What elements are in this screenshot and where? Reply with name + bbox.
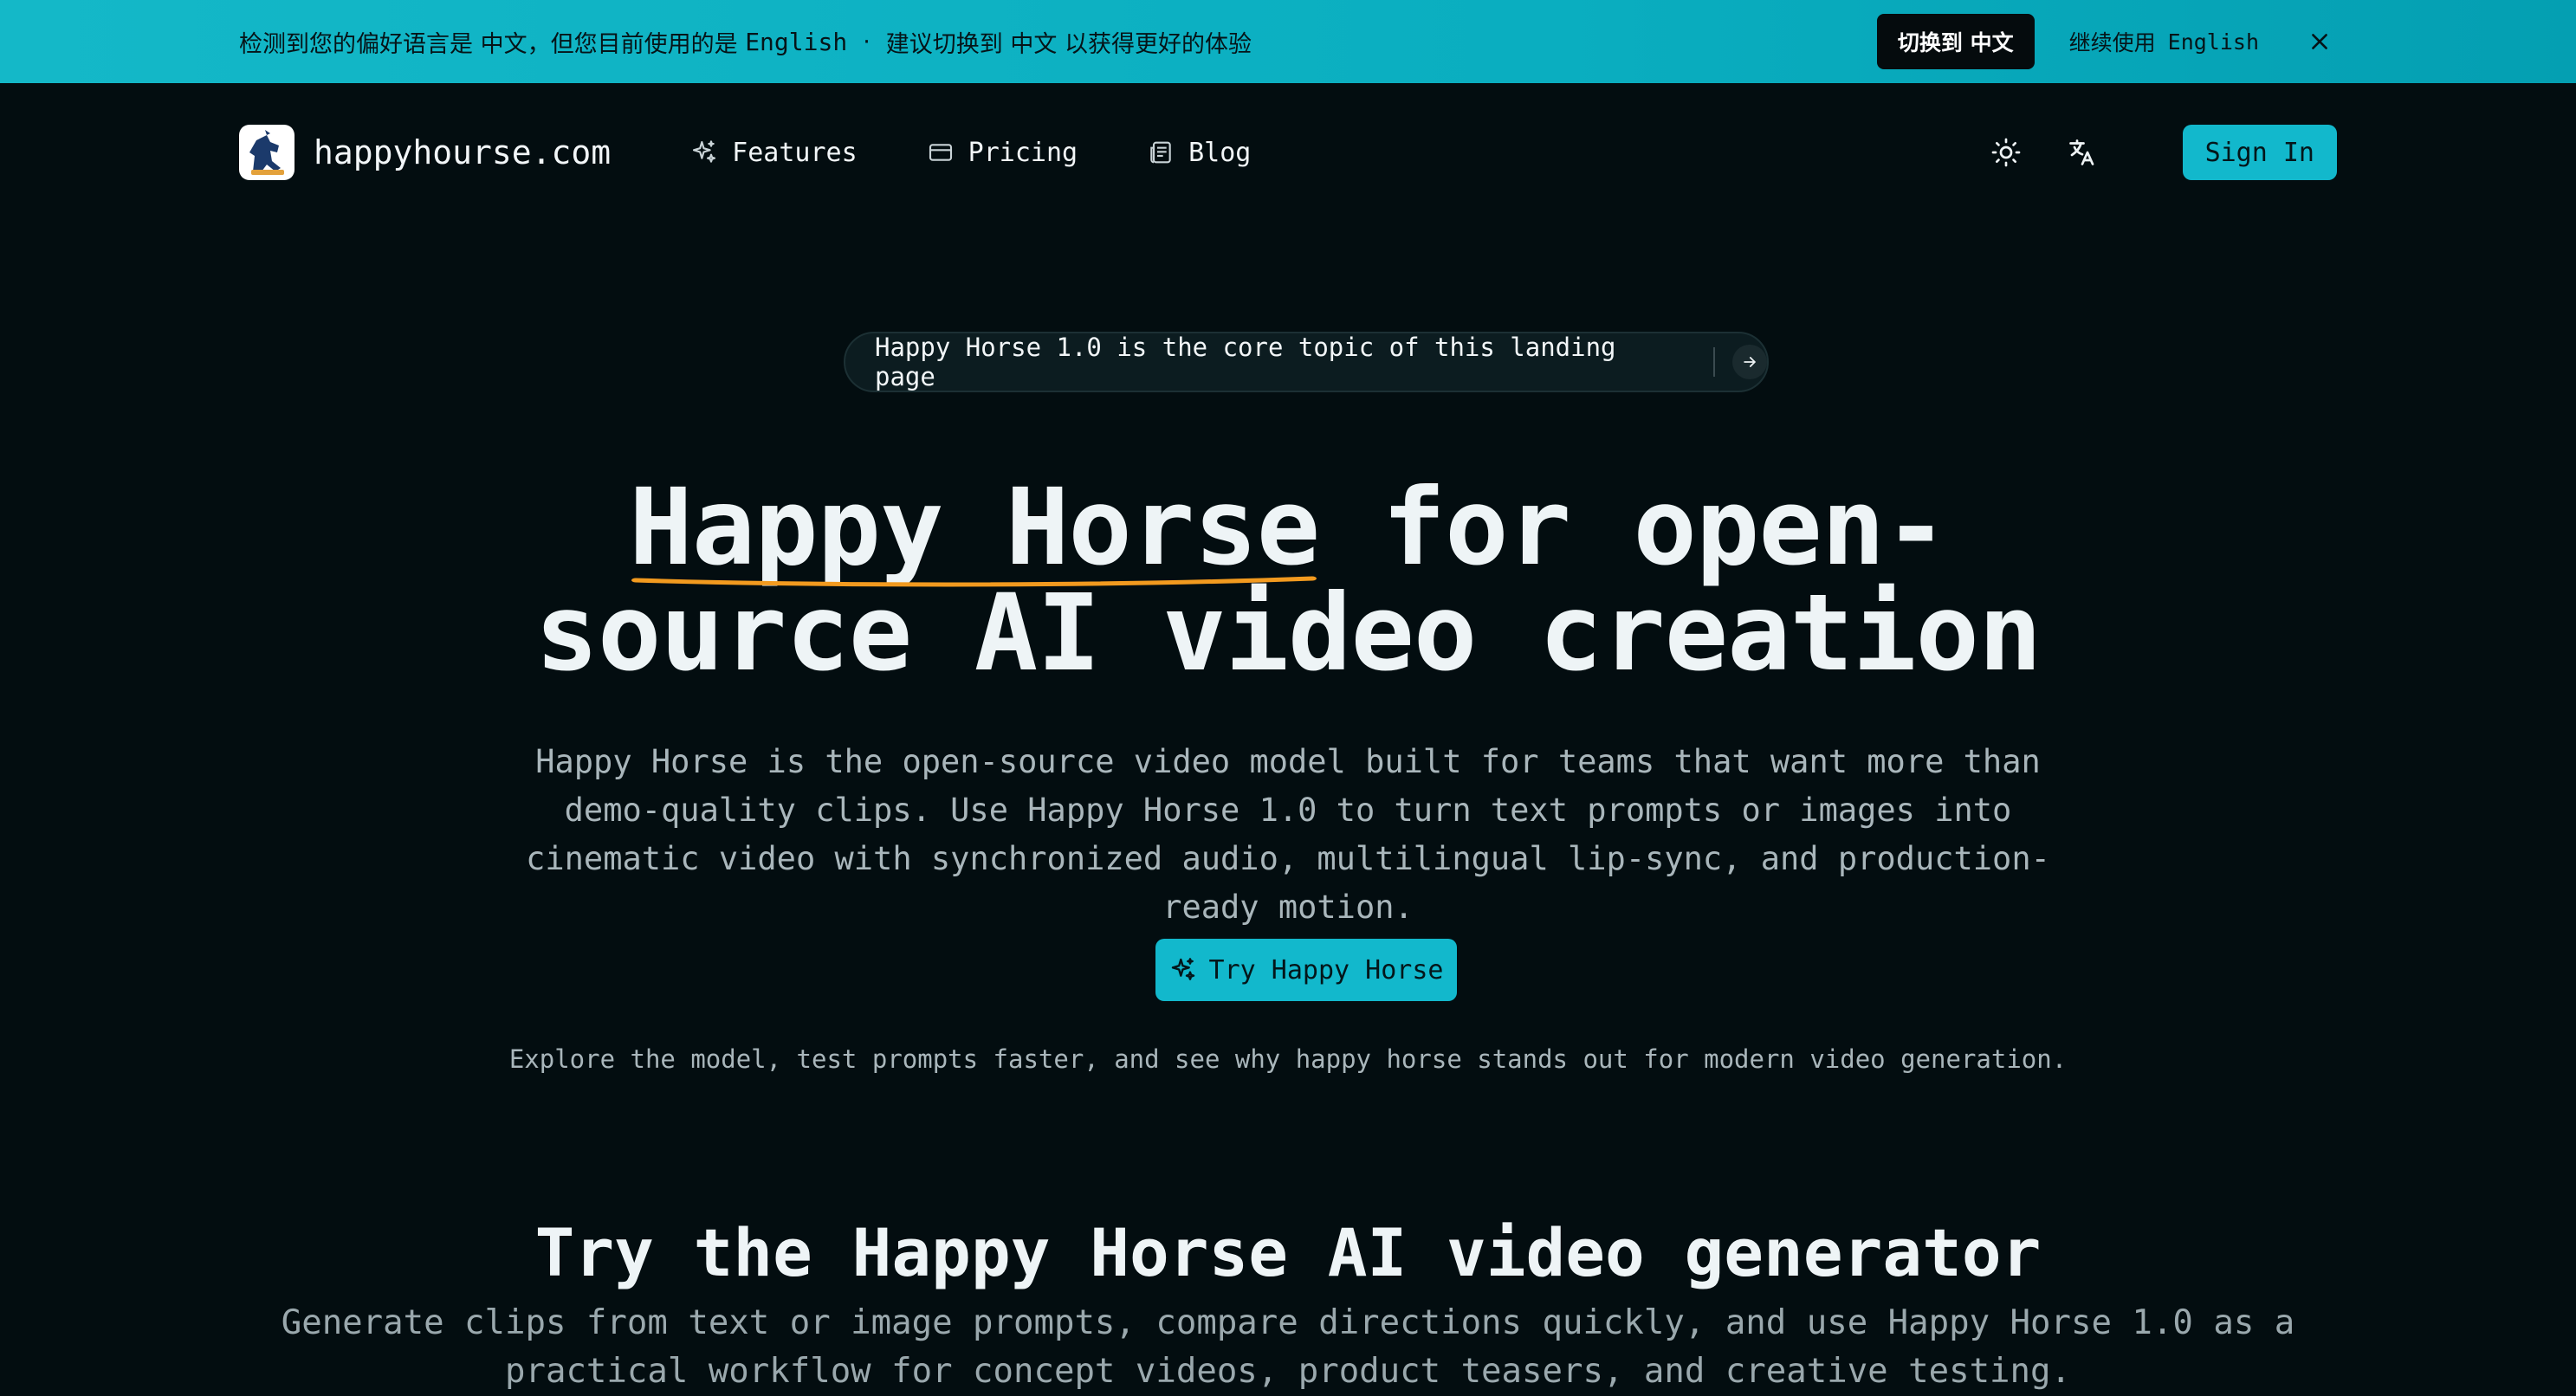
language-banner: 检测到您的偏好语言是 中文 ，但您目前使用的是 English · 建议切换到 … xyxy=(0,0,2576,83)
announcement-pill[interactable]: Happy Horse 1.0 is the core topic of thi… xyxy=(844,332,1769,392)
sign-in-button[interactable]: Sign In xyxy=(2182,125,2337,180)
underline-decoration xyxy=(631,576,1317,587)
generator-section-title: Try the Happy Horse AI video generator xyxy=(534,1214,2042,1291)
close-icon xyxy=(2312,34,2327,49)
generator-section-subtitle: Generate clips from text or image prompt… xyxy=(281,1303,2295,1391)
hero-title: Happy Horse for open- source AI video cr… xyxy=(0,475,2576,686)
theme-toggle-button[interactable] xyxy=(1982,128,2030,177)
hero-title-highlight: Happy Horse xyxy=(629,466,1320,589)
banner-suggest: 建议切换到 xyxy=(885,30,1011,58)
sparkles-icon xyxy=(693,140,716,163)
arrow-right-icon xyxy=(1744,357,1756,367)
credit-card-icon xyxy=(929,144,952,161)
nav-links: Features Pricing Blog xyxy=(690,138,1251,168)
nav-link-blog[interactable]: Blog xyxy=(1147,138,1251,168)
switch-language-button[interactable]: 切换到 中文 xyxy=(1876,14,2035,69)
horse-logo-icon xyxy=(241,126,293,178)
top-navigation: happyhourse.com Features Pricing Blog Si… xyxy=(0,83,2576,222)
language-toggle-button[interactable] xyxy=(2058,128,2107,177)
try-happy-horse-button[interactable]: Try Happy Horse xyxy=(1155,939,1457,1001)
banner-separator: · xyxy=(863,28,871,55)
nav-actions: Sign In xyxy=(1982,125,2337,180)
nav-link-blog-label: Blog xyxy=(1188,137,1252,168)
hero-title-line-1: Happy Horse for open- xyxy=(0,466,2576,589)
keep-language-link[interactable]: 继续使用 English xyxy=(2069,26,2259,57)
nav-link-features[interactable]: Features xyxy=(690,138,858,168)
newspaper-icon xyxy=(1150,141,1171,164)
banner-suffix: 以获得更好的体验 xyxy=(1057,30,1252,58)
banner-message: 检测到您的偏好语言是 中文 ，但您目前使用的是 English · 建议切换到 … xyxy=(239,25,1252,59)
brand-name[interactable]: happyhourse.com xyxy=(314,133,611,171)
banner-suggest-lang: 中文 xyxy=(1010,30,1058,58)
nav-link-pricing-label: Pricing xyxy=(968,137,1078,168)
banner-prefix: 检测到您的偏好语言是 xyxy=(239,30,481,58)
announcement-text: Happy Horse 1.0 is the core topic of thi… xyxy=(875,333,1616,391)
logo[interactable] xyxy=(239,125,294,180)
hero-subtitle: Happy Horse is the open-source video mod… xyxy=(526,743,2050,926)
keep-prefix: 继续使用 xyxy=(2068,30,2156,55)
banner-preferred-lang: 中文 xyxy=(480,30,527,58)
nav-link-features-label: Features xyxy=(732,137,858,168)
sparkles-icon xyxy=(1171,958,1194,980)
try-happy-horse-label: Try Happy Horse xyxy=(1208,954,1444,986)
banner-current-lang: English xyxy=(745,27,848,56)
pill-arrow-button[interactable] xyxy=(1732,345,1767,379)
pill-divider xyxy=(1713,347,1716,377)
banner-middle: ，但您目前使用的是 xyxy=(527,30,746,58)
close-banner-button[interactable] xyxy=(2302,24,2337,59)
hero-explore-text: Explore the model, test prompts faster, … xyxy=(508,1044,2068,1074)
hero-title-rest: for open- xyxy=(1319,466,1948,589)
keep-lang: English xyxy=(2167,29,2259,55)
sun-icon xyxy=(1991,138,2020,167)
nav-link-pricing[interactable]: Pricing xyxy=(927,138,1078,168)
translate-icon xyxy=(2068,139,2094,165)
hero-title-line-2: source AI video creation xyxy=(534,572,2042,695)
